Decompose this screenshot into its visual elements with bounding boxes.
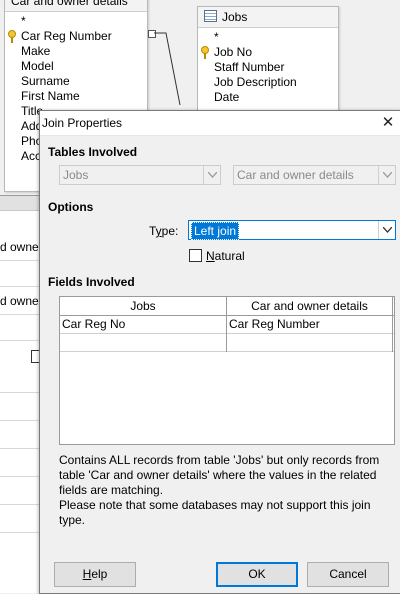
options-heading: Options	[48, 200, 94, 214]
grid-cell[interactable]: d owner	[0, 288, 40, 315]
grid-cell[interactable]	[0, 450, 40, 477]
table-field-list: * Job No Staff Number Job Description Da…	[198, 28, 338, 105]
field-cell-right[interactable]	[227, 334, 392, 351]
left-table-select[interactable]: Jobs	[59, 165, 221, 185]
grid-header	[0, 196, 40, 211]
join-description: Contains ALL records from table 'Jobs' b…	[59, 453, 399, 528]
description-note: Please note that some databases may not …	[59, 498, 371, 527]
grid-cell[interactable]	[0, 260, 40, 287]
table-header: Jobs Car and owner details	[60, 297, 394, 316]
description-text: Contains ALL records from table 'Jobs' b…	[59, 453, 380, 497]
field-cell-right[interactable]: Car Reg Number	[227, 316, 392, 333]
field-cell-left[interactable]	[60, 334, 226, 351]
field-cell-left[interactable]: Car Reg No	[60, 316, 226, 333]
table-icon	[204, 10, 217, 22]
table-window-title[interactable]: Jobs	[198, 7, 338, 28]
field-item[interactable]: Job Description	[198, 75, 338, 90]
right-table-select[interactable]: Car and owner details	[233, 165, 396, 185]
close-icon[interactable]: ✕	[380, 115, 396, 131]
field-item[interactable]: Date	[198, 90, 338, 105]
help-button[interactable]: Help	[54, 562, 136, 587]
grid-cell[interactable]: d owner	[0, 234, 40, 261]
table-row: Car Reg No Car Reg Number	[60, 316, 394, 334]
chevron-down-icon	[378, 221, 395, 239]
natural-checkbox-label[interactable]: Natural	[206, 249, 245, 263]
join-type-select[interactable]: Left join	[188, 220, 396, 240]
column-divider	[392, 297, 393, 352]
column-header-jobs[interactable]: Jobs	[60, 297, 226, 315]
chevron-down-icon	[203, 166, 220, 184]
dialog-titlebar[interactable]: Join Properties ✕	[40, 111, 400, 136]
grid-cell[interactable]	[0, 422, 40, 449]
chevron-down-icon	[378, 166, 395, 184]
grid-cell[interactable]	[0, 506, 40, 533]
grid-cell[interactable]	[0, 394, 40, 421]
primary-key-icon	[201, 46, 209, 59]
grid-cell[interactable]	[0, 478, 40, 505]
field-item[interactable]: *	[198, 30, 338, 45]
fields-involved-table: Jobs Car and owner details Car Reg No Ca…	[59, 296, 395, 445]
cancel-button[interactable]: Cancel	[307, 562, 389, 587]
natural-checkbox[interactable]	[189, 249, 202, 262]
field-item[interactable]: Staff Number	[198, 60, 338, 75]
grid-cell[interactable]	[0, 314, 40, 341]
join-type-label: Type:	[149, 224, 179, 238]
grid-cell[interactable]	[0, 366, 40, 393]
fields-involved-heading: Fields Involved	[48, 275, 135, 289]
tables-involved-heading: Tables Involved	[48, 145, 138, 159]
dialog-title: Join Properties	[42, 116, 123, 130]
ok-button[interactable]: OK	[216, 562, 298, 587]
query-criteria-grid: d owner d owner	[0, 195, 44, 593]
join-properties-dialog: Join Properties ✕ Tables Involved Jobs C…	[39, 110, 400, 594]
table-row	[60, 334, 394, 352]
field-item[interactable]: Job No	[198, 45, 338, 60]
column-header-car-and-owner[interactable]: Car and owner details	[227, 297, 392, 315]
table-title-text: Jobs	[222, 10, 248, 24]
column-divider	[226, 297, 227, 352]
